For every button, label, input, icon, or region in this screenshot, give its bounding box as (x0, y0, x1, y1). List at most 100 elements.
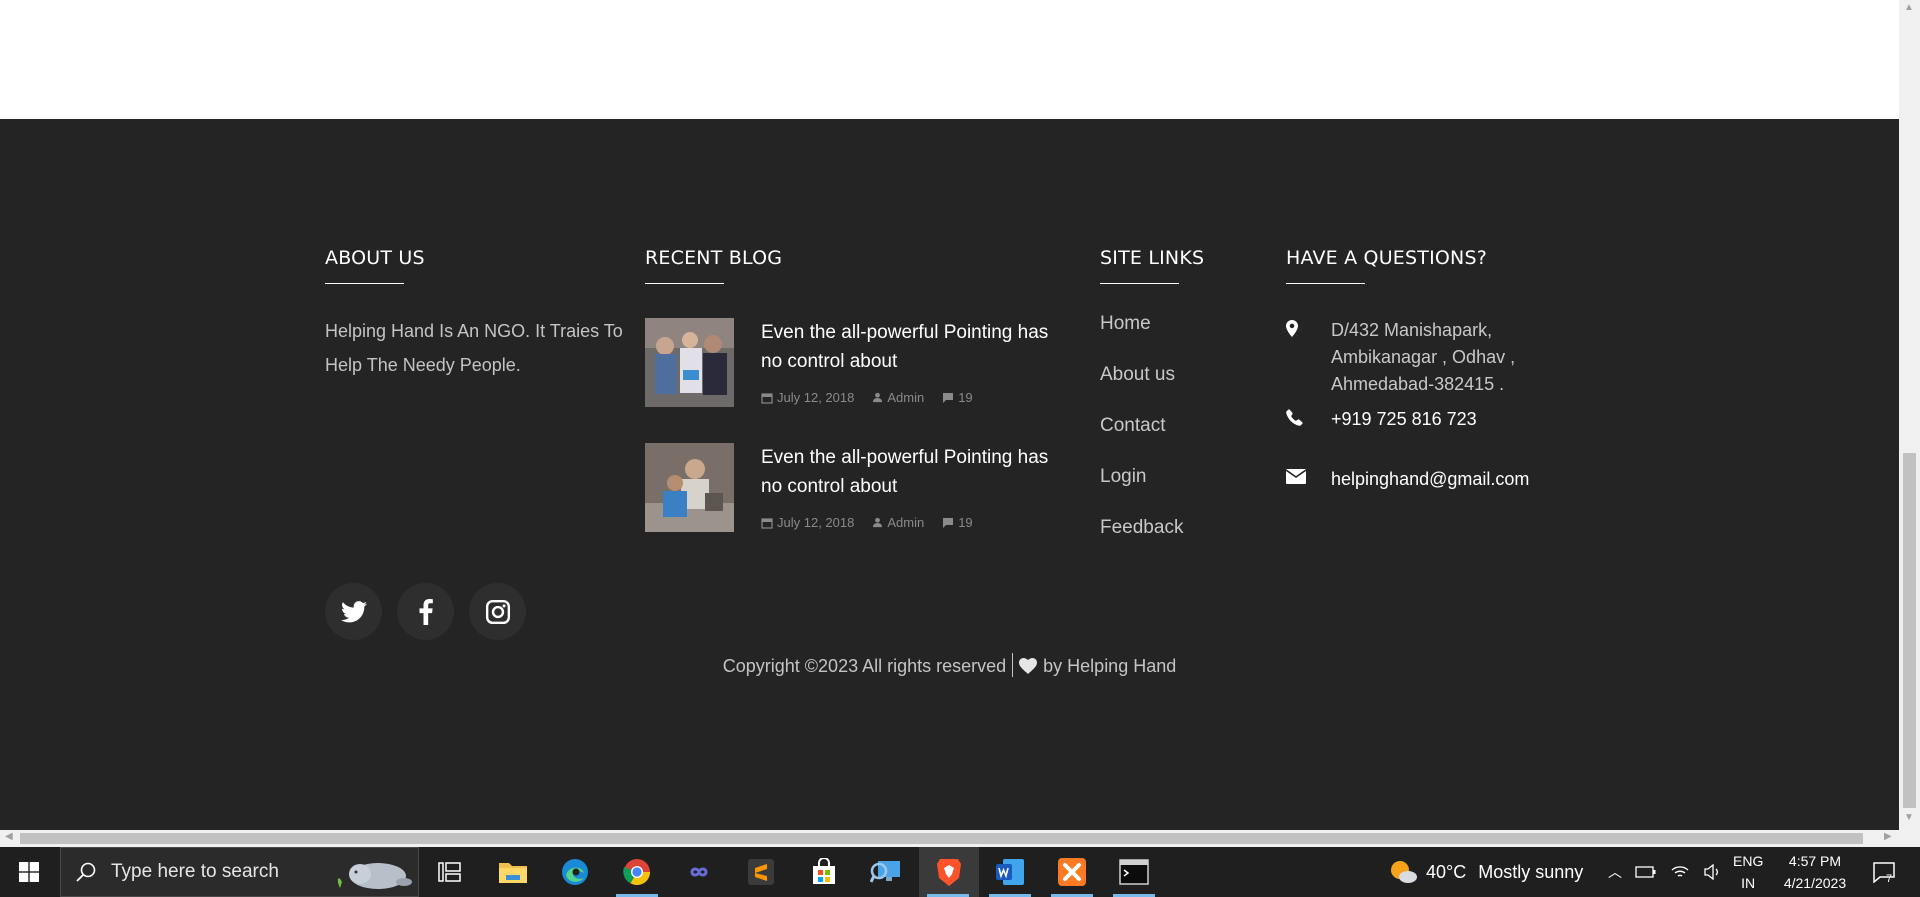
task-view-button[interactable] (421, 847, 479, 897)
region-code[interactable]: IN (1741, 872, 1755, 894)
about-text: Helping Hand Is An NGO. It Traies To Hel… (325, 321, 623, 375)
title-underline (1100, 283, 1179, 284)
language-code[interactable]: ENG (1733, 850, 1763, 872)
about-column: ABOUT US Helping Hand Is An NGO. It Trai… (325, 247, 625, 640)
scrollbar-corner (1899, 830, 1920, 847)
blog-post-meta: July 12, 2018 Admin 19 (761, 515, 973, 530)
chrome-icon (623, 859, 651, 886)
scroll-down-arrow-icon[interactable]: ▼ (1904, 812, 1914, 823)
phone-text[interactable]: +919 725 816 723 (1331, 406, 1551, 433)
blog-post-title[interactable]: Even the all-powerful Pointing has no co… (761, 443, 1061, 501)
blog-post[interactable]: Even the all-powerful Pointing has no co… (645, 318, 1065, 408)
facebook-link[interactable] (397, 583, 454, 640)
comment-icon (943, 517, 954, 528)
partly-sunny-icon (1391, 861, 1417, 883)
battery-icon[interactable] (1635, 865, 1657, 879)
clock-date[interactable]: 4/21/2023 (1784, 872, 1846, 894)
notification-count: 7 (1886, 873, 1893, 885)
blog-post-meta: July 12, 2018 Admin 19 (761, 390, 973, 405)
brave-lion-icon (937, 859, 961, 886)
speaker-icon[interactable] (1703, 864, 1723, 880)
facebook-icon (419, 598, 433, 625)
title-underline (325, 283, 404, 284)
taskbar-word[interactable] (981, 847, 1039, 897)
horizontal-scroll-thumb[interactable] (20, 833, 1863, 844)
link-feedback[interactable]: Feedback (1100, 514, 1204, 565)
title-underline (1286, 283, 1365, 284)
phone-icon (1286, 409, 1303, 426)
sublime-text-icon (748, 859, 774, 885)
language-indicator[interactable]: ENG IN (1733, 847, 1763, 897)
contact-email[interactable]: helpinghand@gmail.com (1286, 466, 1591, 493)
email-text[interactable]: helpinghand@gmail.com (1331, 466, 1591, 493)
link-home[interactable]: Home (1100, 310, 1204, 361)
divider (1012, 653, 1014, 677)
blog-post-comments[interactable]: 19 (958, 390, 972, 405)
taskbar-sublime-text[interactable] (732, 847, 790, 897)
link-login[interactable]: Login (1100, 463, 1204, 514)
store-icon (813, 858, 835, 884)
blog-post-author[interactable]: Admin (887, 390, 924, 405)
page-top-area (0, 0, 1899, 119)
taskbar-chrome[interactable] (608, 847, 666, 897)
vertical-scrollbar[interactable]: ▲ ▼ (1899, 0, 1920, 830)
blog-post-date[interactable]: July 12, 2018 (777, 390, 854, 405)
taskbar-xampp[interactable] (1043, 847, 1101, 897)
clock-time[interactable]: 4:57 PM (1789, 850, 1841, 872)
taskbar-remote-desktop[interactable] (857, 847, 915, 897)
link-contact[interactable]: Contact (1100, 412, 1204, 463)
blog-post-author[interactable]: Admin (887, 515, 924, 530)
taskbar-file-explorer[interactable] (484, 847, 542, 897)
blog-post-comments[interactable]: 19 (958, 515, 972, 530)
blog-thumbnail[interactable] (645, 318, 734, 407)
weather-temp[interactable]: 40°C (1426, 862, 1466, 883)
copyright-text: Copyright ©2023 All rights reserved (722, 656, 1007, 676)
manatee-illustration-icon (337, 863, 412, 889)
instagram-link[interactable] (469, 583, 526, 640)
taskbar-edge[interactable] (546, 847, 604, 897)
heart-icon (1019, 658, 1038, 674)
scroll-up-arrow-icon[interactable]: ▲ (1904, 2, 1914, 13)
site-footer: ABOUT US Helping Hand Is An NGO. It Trai… (0, 119, 1899, 830)
title-underline (645, 283, 724, 284)
taskbar-brave[interactable] (919, 847, 979, 897)
scroll-left-arrow-icon[interactable]: ◀ (5, 831, 13, 842)
clock[interactable]: 4:57 PM 4/21/2023 (1775, 847, 1855, 897)
taskbar-app-infinity[interactable] (670, 847, 728, 897)
copyright-by[interactable]: by Helping Hand (1043, 656, 1176, 676)
scroll-right-arrow-icon[interactable]: ▶ (1884, 831, 1892, 842)
search-placeholder[interactable]: Type here to search (111, 861, 279, 883)
contact-title: HAVE A QUESTIONS? (1286, 247, 1487, 269)
wifi-icon[interactable] (1670, 864, 1690, 880)
task-view-icon (438, 862, 461, 882)
windows-taskbar: Type here to search 40°C Mostly sunny ︿ … (0, 847, 1920, 897)
recent-blog-column: RECENT BLOG Even the all-powerful Pointi… (645, 247, 1065, 547)
twitter-link[interactable] (325, 583, 382, 640)
instagram-icon (485, 599, 510, 624)
notification-icon (1873, 862, 1895, 883)
user-icon (873, 392, 883, 403)
contact-phone[interactable]: +919 725 816 723 (1286, 406, 1551, 433)
taskbar-search[interactable]: Type here to search (60, 847, 419, 897)
search-icon (76, 862, 96, 882)
taskbar-microsoft-store[interactable] (795, 847, 853, 897)
blog-post-date[interactable]: July 12, 2018 (777, 515, 854, 530)
weather-widget[interactable]: 40°C Mostly sunny (1388, 847, 1583, 897)
horizontal-scrollbar[interactable]: ◀ ▶ (0, 830, 1899, 847)
blog-thumbnail[interactable] (645, 443, 734, 532)
site-links-list: Home About us Contact Login Feedback (1100, 310, 1204, 565)
blog-post-title[interactable]: Even the all-powerful Pointing has no co… (761, 318, 1061, 376)
xampp-icon (1058, 858, 1086, 886)
weather-desc[interactable]: Mostly sunny (1478, 862, 1583, 883)
taskbar-terminal[interactable] (1105, 847, 1163, 897)
start-button[interactable] (0, 847, 58, 897)
notification-center[interactable]: 7 (1864, 847, 1904, 897)
twitter-icon (340, 600, 367, 622)
comment-icon (943, 392, 954, 403)
blog-post[interactable]: Even the all-powerful Pointing has no co… (645, 443, 1065, 533)
vertical-scroll-thumb[interactable] (1903, 453, 1916, 808)
link-about-us[interactable]: About us (1100, 361, 1204, 412)
chevron-up-icon[interactable]: ︿ (1608, 862, 1622, 882)
envelope-icon (1286, 469, 1306, 484)
social-links (325, 583, 526, 640)
